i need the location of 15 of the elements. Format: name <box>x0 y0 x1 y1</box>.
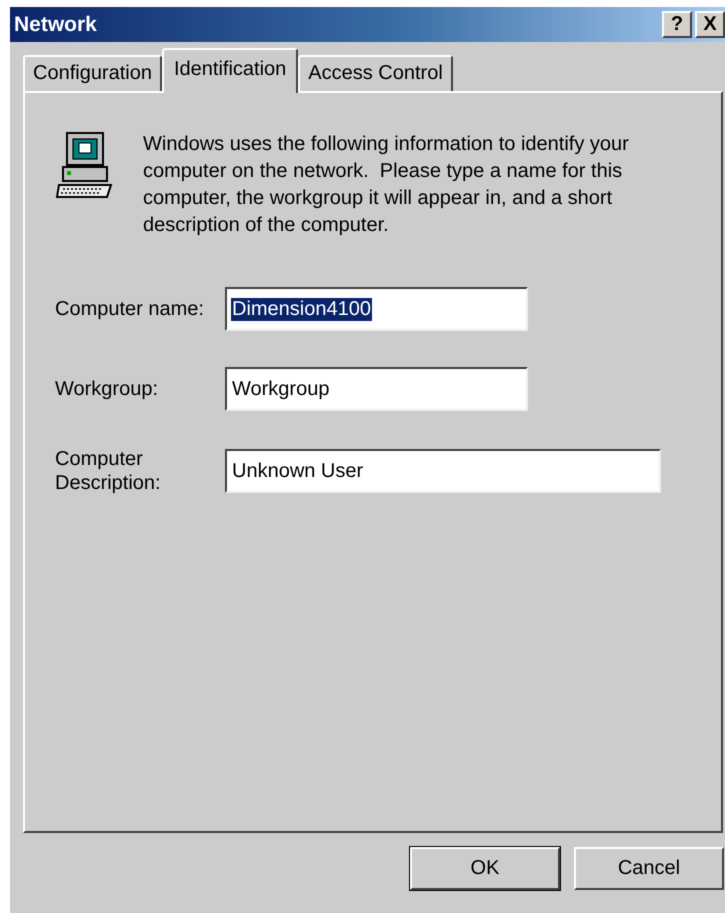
help-button[interactable]: ? <box>662 11 692 38</box>
tab[interactable]: Access Control <box>298 55 453 91</box>
description-text: Windows uses the following information to identify your computer on the network. Please type a name for this computer, the workgroup it will appear in, and a short description of the computer. <box>143 132 630 238</box>
tab[interactable]: Identification <box>162 48 298 93</box>
field-label: Computer name: <box>55 297 205 321</box>
input-field[interactable]: Dimension4100 <box>225 287 528 331</box>
field-label: Workgroup: <box>55 377 160 401</box>
ok-button[interactable]: OK <box>410 847 560 890</box>
tab[interactable]: Configuration <box>23 55 162 91</box>
window-title: Network <box>14 12 97 36</box>
input-field[interactable]: Unknown User <box>225 449 661 493</box>
field-label: Computer Description: <box>55 447 162 495</box>
cancel-button[interactable]: Cancel <box>574 847 724 890</box>
input-field[interactable]: Workgroup <box>225 367 528 411</box>
close-button[interactable]: X <box>695 11 725 38</box>
